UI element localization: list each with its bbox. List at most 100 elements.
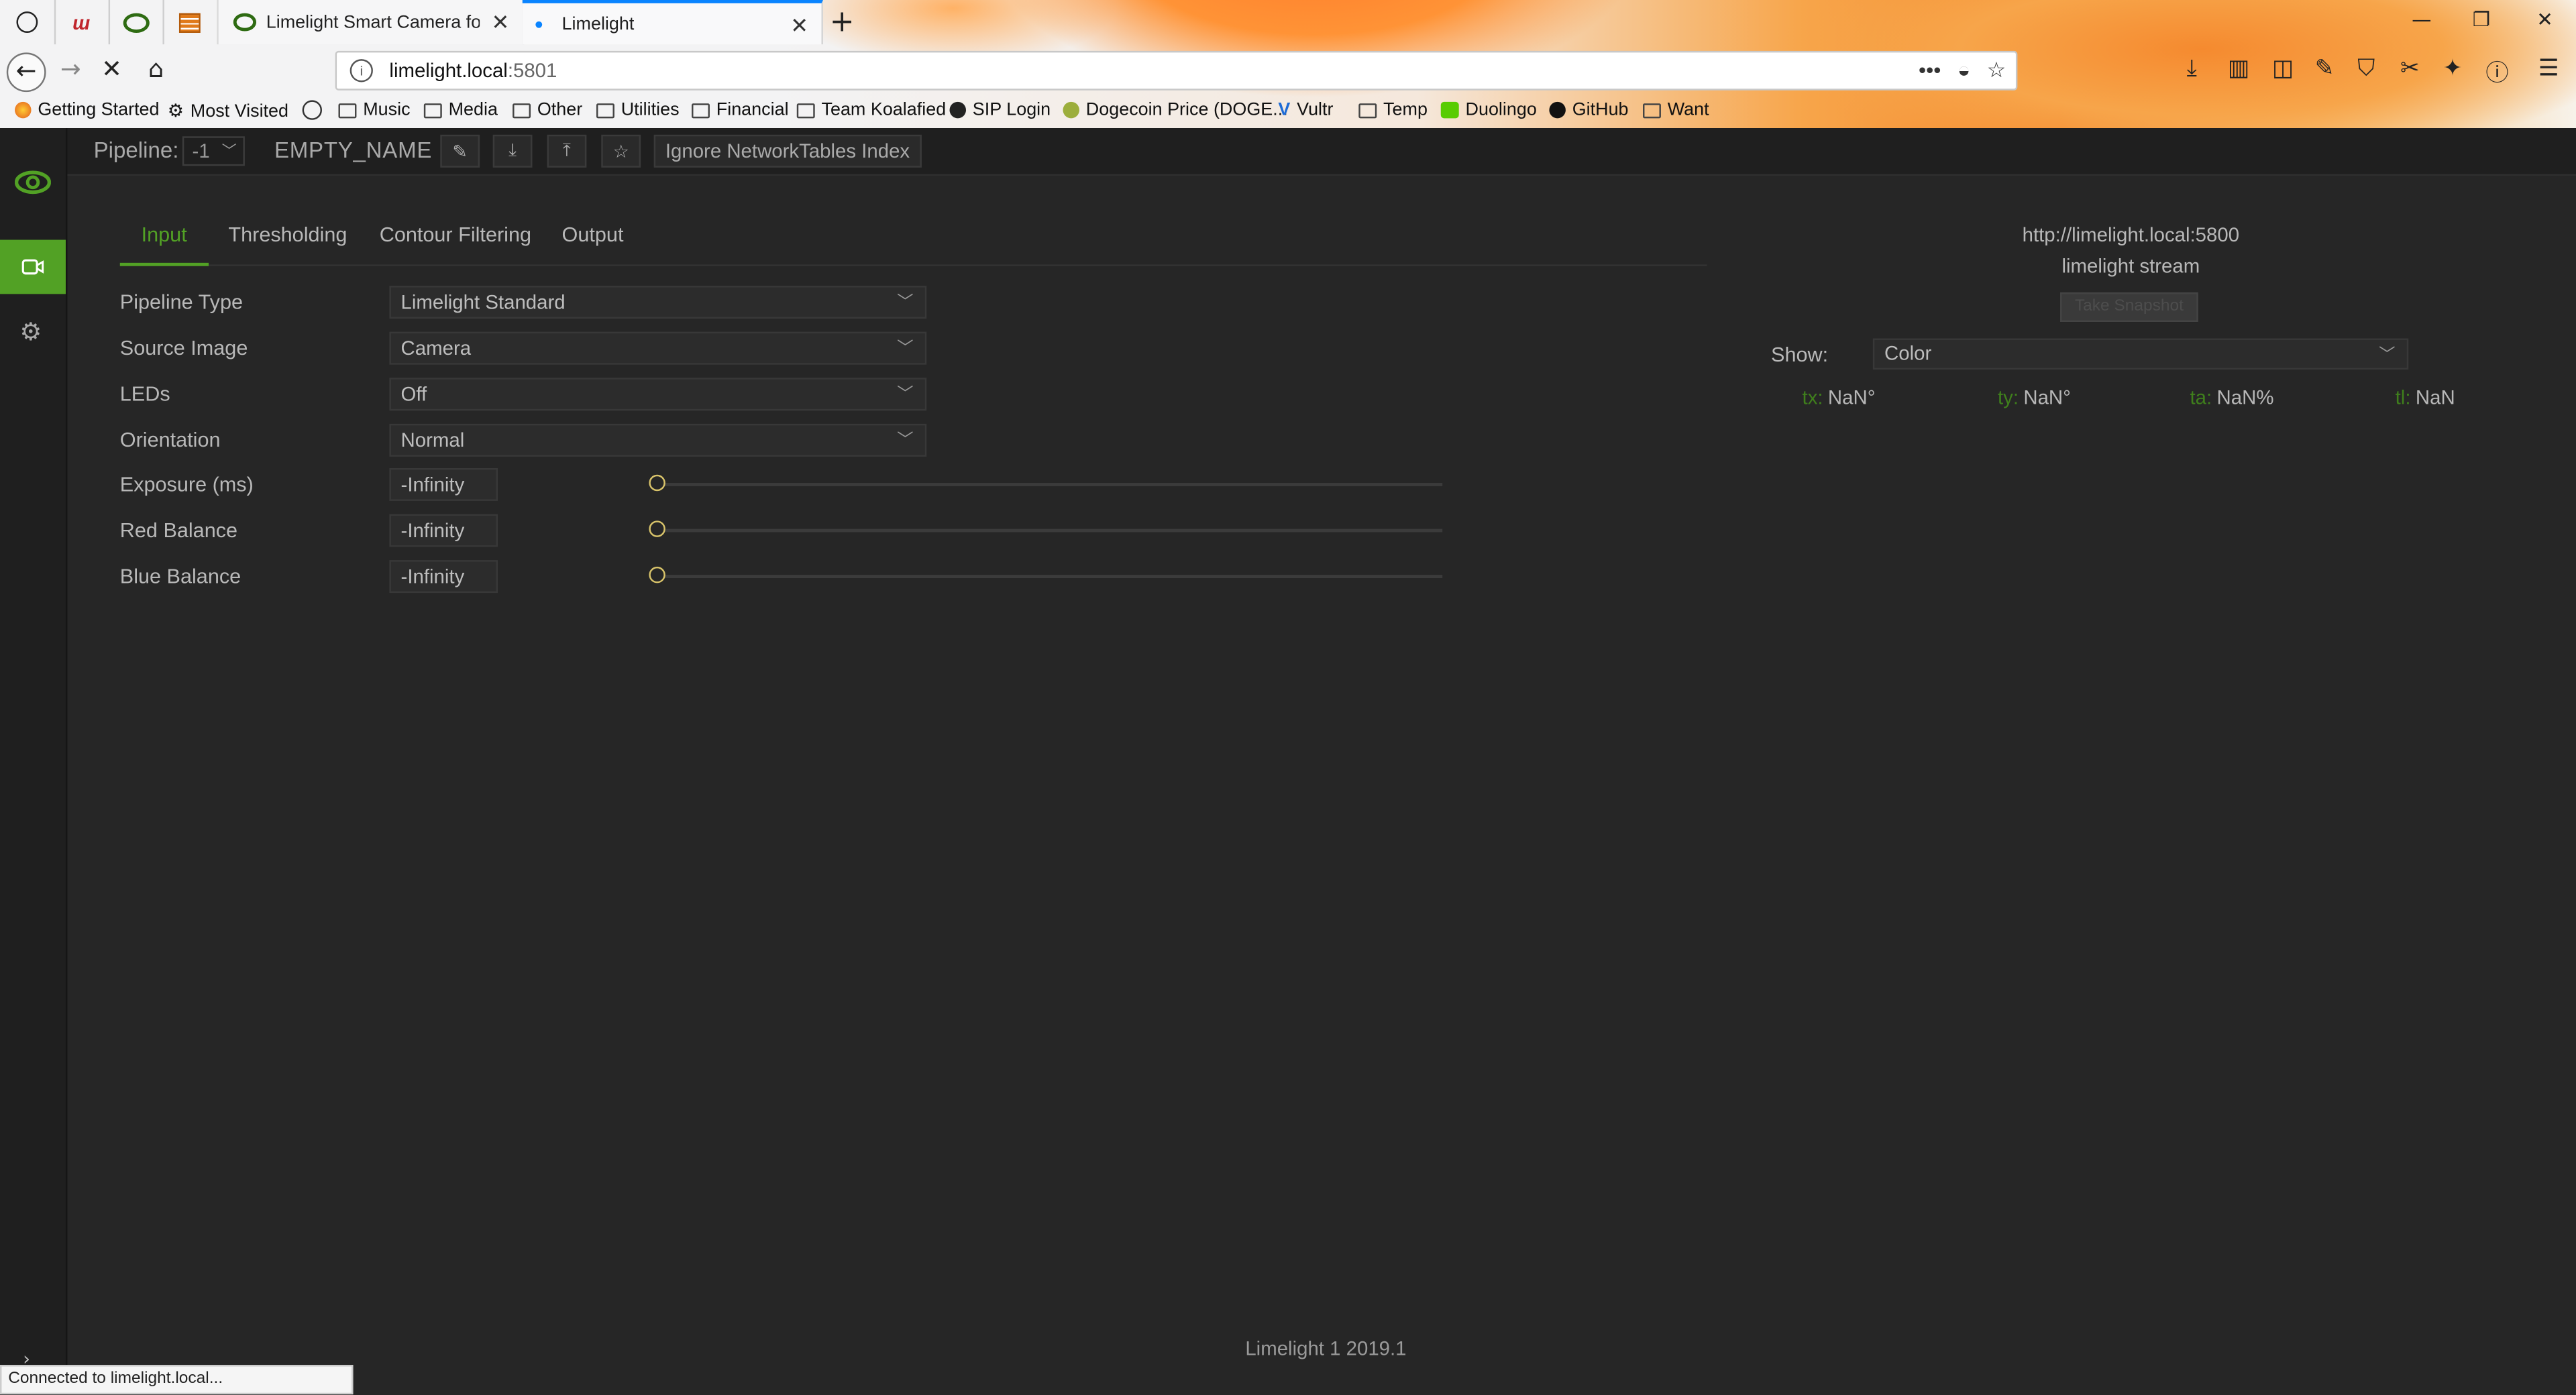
library-icon[interactable]: ▥ [2228, 56, 2249, 82]
pipeline-type-label: Pipeline Type [119, 290, 244, 314]
bookmark-vultr[interactable]: V Vultr [1278, 100, 1333, 119]
pipeline-label: Pipeline: [93, 137, 179, 163]
close-tab-icon[interactable]: ✕ [491, 10, 509, 36]
tab-title: Limelight Smart Camera for FRC [266, 12, 480, 32]
new-tab-icon[interactable]: + [830, 5, 855, 39]
tab-limelight-frc[interactable]: Limelight Smart Camera for FRC ✕ [217, 0, 525, 45]
site-info-icon[interactable]: i [350, 59, 373, 82]
stream-panel: http://limelight.local:5800 limelight st… [1758, 210, 2514, 440]
folder-icon [513, 103, 531, 118]
bookmark-other[interactable]: Other [513, 100, 582, 120]
close-tab-icon[interactable]: ✕ [790, 13, 808, 40]
folder-icon [596, 103, 614, 118]
browser-chrome: ɯ Limelight Smart Camera for FRC ✕ Limel… [0, 0, 2576, 129]
red-balance-input[interactable]: -Infinity [389, 514, 498, 547]
download-pipeline-button[interactable]: ⤓ [492, 134, 533, 168]
menu-icon[interactable]: ☰ [2538, 56, 2559, 82]
info-extension-icon[interactable]: ⓘ [2485, 56, 2508, 89]
pipeline-type-select[interactable]: Limelight Standard ﹀ [389, 286, 927, 319]
dropper-icon[interactable]: ✎ [2315, 56, 2334, 82]
bookmark-team-koalafied[interactable]: Team Koalafied [796, 100, 946, 120]
tab-input[interactable]: Input [142, 223, 187, 246]
limelight-logo-icon [15, 170, 51, 194]
bookmark-temp[interactable]: Temp [1358, 100, 1428, 120]
tab-thresholding[interactable]: Thresholding [228, 223, 347, 246]
show-select[interactable]: Color ﹀ [1872, 338, 2409, 370]
exposure-slider-track[interactable] [657, 483, 1443, 486]
restore-icon[interactable]: ❐ [2473, 8, 2490, 31]
home-icon[interactable]: ⌂ [138, 54, 174, 84]
app-sidebar: ⚙ › [0, 128, 68, 1395]
close-window-icon[interactable]: ✕ [2536, 8, 2553, 31]
tab-contour-filtering[interactable]: Contour Filtering [380, 223, 531, 246]
leds-select[interactable]: Off ﹀ [389, 378, 927, 411]
ignore-networktables-button[interactable]: Ignore NetworkTables Index [653, 134, 922, 168]
bookmark-sip-login[interactable]: SIP Login [949, 100, 1051, 120]
bookmark-want[interactable]: Want [1643, 100, 1709, 120]
url-bar[interactable]: i limelight.local:5801 ••• ◒ ☆ [335, 50, 2018, 91]
red-balance-slider-thumb[interactable] [649, 520, 665, 537]
edit-pipeline-button[interactable]: ✎ [440, 134, 480, 168]
orientation-select[interactable]: Normal ﹀ [389, 423, 927, 457]
pinned-tab-3[interactable] [109, 0, 164, 45]
bookmark-dogecoin[interactable]: Dogecoin Price (DOGE... [1063, 100, 1288, 120]
forward-icon[interactable]: → [52, 54, 89, 84]
exposure-row: Exposure (ms) -Infinity [120, 467, 1467, 504]
minimize-icon[interactable]: — [2412, 8, 2431, 31]
bookmark-utilities[interactable]: Utilities [596, 100, 680, 120]
video-camera-icon [21, 259, 44, 275]
red-balance-slider-track[interactable] [657, 528, 1443, 533]
orientation-row: Orientation Normal ﹀ [120, 423, 1467, 460]
stream-url[interactable]: http://limelight.local:5800 [1758, 223, 2504, 246]
bookmark-github[interactable]: GitHub [1549, 100, 1629, 120]
pinned-tab-4[interactable] [162, 0, 219, 45]
blue-balance-slider-track[interactable] [657, 575, 1443, 579]
bookmark-duolingo[interactable]: Duolingo [1440, 100, 1537, 120]
pinned-tab-2[interactable]: ɯ [54, 0, 111, 45]
favorite-pipeline-button[interactable]: ☆ [601, 134, 641, 168]
bookmark-most-visited[interactable]: ⚙ Most Visited [168, 100, 288, 122]
sidebar-item-settings[interactable]: ⚙ [19, 317, 42, 347]
tab-output[interactable]: Output [562, 223, 624, 246]
bookmarks-bar: Getting Started ⚙ Most Visited Music Medi… [0, 97, 2576, 128]
download-icon[interactable]: ⤓ [2187, 56, 2197, 82]
url-port: :5801 [507, 59, 557, 82]
bookmark-media[interactable]: Media [423, 100, 498, 120]
take-snapshot-button[interactable]: Take Snapshot [2060, 292, 2198, 323]
bookmark-financial[interactable]: Financial [692, 100, 789, 120]
stat-tl: tl: NaN [2395, 386, 2455, 409]
back-icon[interactable]: ← [6, 52, 46, 93]
leds-label: LEDs [119, 382, 170, 406]
bookmark-star-icon[interactable]: ☆ [1987, 58, 2006, 84]
show-label: Show: [1771, 343, 1829, 367]
tab-limelight[interactable]: Limelight ✕ [522, 0, 823, 45]
exposure-input[interactable]: -Infinity [389, 467, 498, 501]
upload-pipeline-button[interactable]: ⤒ [547, 134, 587, 168]
limelight-app: ⚙ › Pipeline: -1 ﹀ EMPTY_NAME ✎ ⤓ ⤒ ☆ Ig… [0, 128, 2576, 1395]
shield-icon[interactable]: ⛉ [2357, 56, 2375, 82]
folder-icon [1358, 103, 1377, 118]
orange-app-icon [178, 12, 201, 32]
bookmark-music[interactable]: Music [338, 100, 411, 120]
extension-icon[interactable]: ✦ [2443, 56, 2463, 82]
stat-ta: ta: NaN% [2190, 386, 2274, 409]
loading-dot-icon [535, 20, 543, 27]
pocket-icon[interactable]: ◒ [1957, 58, 1970, 84]
exposure-slider-thumb[interactable] [649, 474, 665, 492]
source-image-select[interactable]: Camera ﹀ [389, 331, 927, 365]
bookmark-getting-started[interactable]: Getting Started [15, 100, 160, 120]
star-icon: ☆ [612, 142, 629, 162]
pipeline-index-select[interactable]: -1 ﹀ [182, 136, 245, 166]
red-app-icon: ɯ [72, 10, 91, 34]
sidebar-icon[interactable]: ◫ [2272, 56, 2294, 82]
screenshot-icon[interactable]: ✂ [2400, 56, 2420, 82]
dogecoin-icon [1063, 101, 1079, 119]
folder-icon [796, 103, 815, 118]
page-actions-icon[interactable]: ••• [1919, 58, 1941, 84]
blue-balance-input[interactable]: -Infinity [389, 560, 498, 594]
pinned-tab-1[interactable] [0, 0, 56, 45]
bookmark-globe[interactable] [302, 100, 329, 120]
stop-loading-icon[interactable]: ✕ [94, 54, 130, 84]
blue-balance-slider-thumb[interactable] [649, 566, 665, 583]
sidebar-item-camera[interactable] [0, 239, 66, 294]
